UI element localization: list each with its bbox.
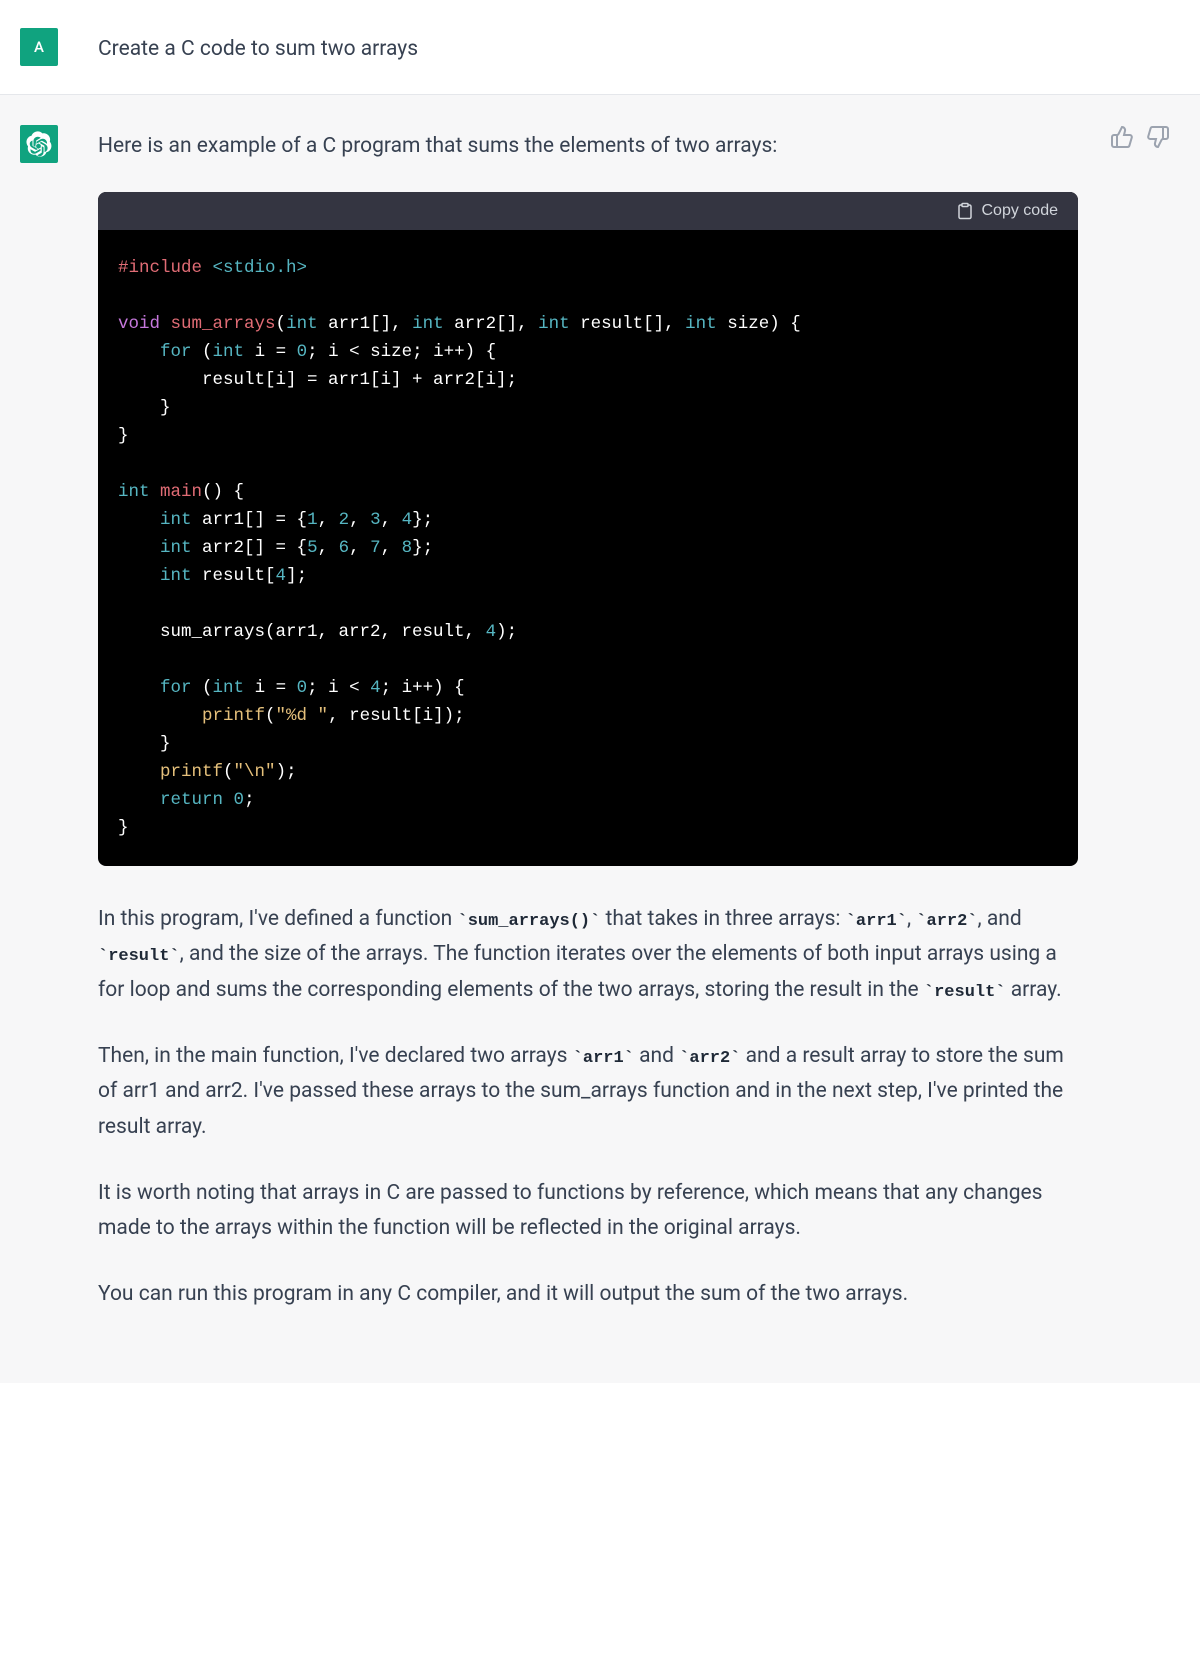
thumbs-down-button[interactable] [1146,125,1170,149]
inline-code: `sum_arrays()` [458,912,601,931]
inline-code: `arr1` [573,1049,634,1068]
code-block: Copy code #include <stdio.h> void sum_ar… [98,192,1078,866]
user-avatar: A [20,28,58,66]
thumbs-up-button[interactable] [1110,125,1134,149]
assistant-intro: Here is an example of a C program that s… [98,125,1078,164]
clipboard-icon [956,202,974,220]
inline-code: `result` [98,947,180,966]
inline-code: `arr2` [916,912,977,931]
openai-logo-icon [26,131,52,157]
user-prompt-text: Create a C code to sum two arrays [98,28,418,66]
assistant-avatar [20,125,58,163]
assistant-content: Here is an example of a C program that s… [98,125,1078,1343]
user-message: A Create a C code to sum two arrays [0,0,1200,95]
inline-code: `arr2` [679,1049,740,1068]
explanation-paragraph-1: In this program, I've defined a function… [98,902,1078,1009]
inline-code: `result` [924,983,1006,1002]
explanation-paragraph-2: Then, in the main function, I've declare… [98,1039,1078,1146]
copy-code-label: Copy code [982,202,1059,220]
code-content[interactable]: #include <stdio.h> void sum_arrays(int a… [98,230,1078,866]
thumbs-down-icon [1146,125,1170,149]
assistant-message: Here is an example of a C program that s… [0,95,1200,1383]
explanation-paragraph-4: You can run this program in any C compil… [98,1277,1078,1313]
code-header: Copy code [98,192,1078,230]
user-avatar-letter: A [34,38,44,56]
explanation-paragraph-3: It is worth noting that arrays in C are … [98,1176,1078,1247]
feedback-buttons [1110,125,1170,149]
inline-code: `arr1` [846,912,907,931]
copy-code-button[interactable]: Copy code [956,202,1059,220]
thumbs-up-icon [1110,125,1134,149]
